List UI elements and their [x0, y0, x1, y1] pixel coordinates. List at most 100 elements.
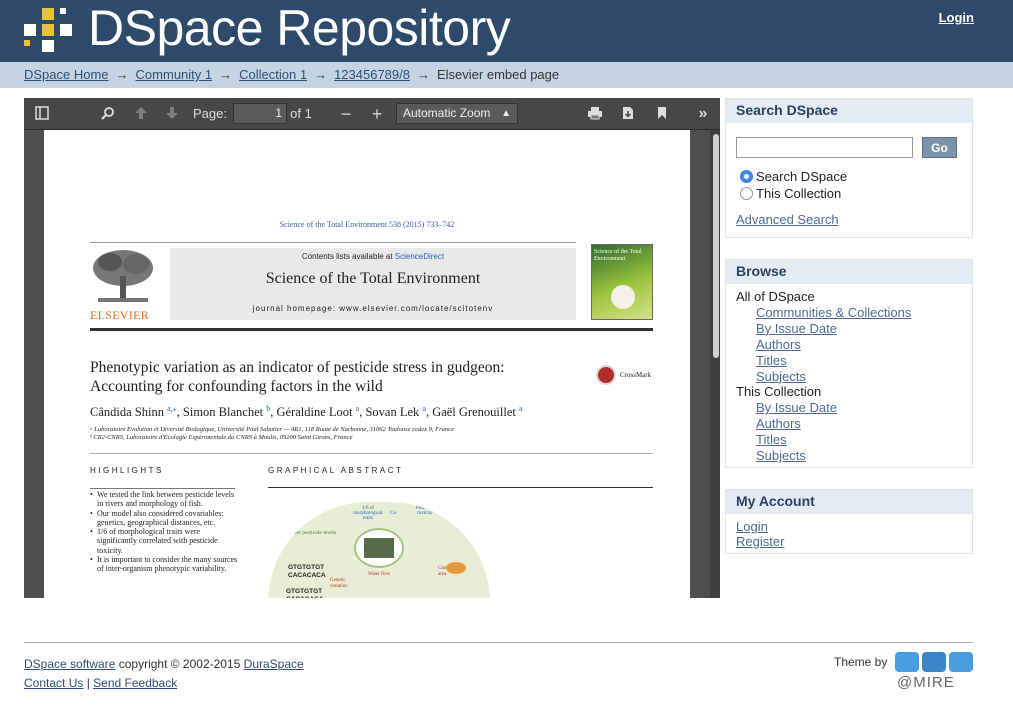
browse-panel: Browse All of DSpace Communities & Colle…	[725, 259, 973, 468]
author-affiliation-mark[interactable]: a	[356, 404, 360, 413]
send-feedback-link[interactable]: Send Feedback	[93, 676, 177, 690]
author-name: Simon Blanchet	[182, 405, 264, 420]
breadcrumb-separator: →	[115, 67, 129, 82]
pdf-page: Science of the Total Environment 538 (20…	[44, 130, 690, 598]
account-panel: My Account Login Register	[725, 489, 973, 554]
contents-available: Contents lists available at ScienceDirec…	[170, 252, 576, 261]
browse-all-label: All of DSpace	[736, 289, 815, 304]
browse-list: All of DSpace Communities & Collections …	[736, 289, 911, 464]
zoom-select[interactable]: Automatic Zoom ▲︎	[396, 103, 518, 124]
highlights-list: We tested the link between pesticide lev…	[90, 490, 240, 574]
ga-label-dna: GTGTGTGT CACACACA	[286, 588, 324, 598]
collection-authors-link[interactable]: Authors	[736, 416, 911, 432]
search-input[interactable]	[736, 137, 913, 158]
advanced-search-link[interactable]: Advanced Search	[736, 212, 839, 227]
atmire-logo-icon[interactable]: @MIRE	[895, 652, 973, 692]
dspace-logo-icon[interactable]	[24, 8, 72, 52]
page-down-icon[interactable]	[161, 98, 183, 130]
breadcrumb-separator: →	[314, 67, 328, 82]
ga-label-genetic: Genetic variation	[330, 578, 348, 589]
page-number-input[interactable]: 1	[233, 103, 287, 124]
page-label: Page:	[193, 106, 227, 121]
browse-issue-date-link[interactable]: By Issue Date	[736, 321, 911, 337]
page-up-icon[interactable]	[130, 98, 152, 130]
zoom-in-icon[interactable]: +	[366, 98, 388, 130]
author-name: Cândida Shinn	[90, 405, 164, 420]
contact-us-link[interactable]: Contact Us	[24, 676, 83, 690]
graphical-abstract-heading: GRAPHICAL ABSTRACT	[268, 466, 404, 475]
journal-homepage[interactable]: journal homepage: www.elsevier.com/locat…	[170, 304, 576, 313]
print-icon[interactable]	[584, 98, 606, 130]
doc-citation[interactable]: Science of the Total Environment 538 (20…	[44, 220, 690, 229]
scope-option-all[interactable]: Search DSpace	[740, 169, 847, 185]
elsevier-wordmark: ELSEVIER	[90, 308, 150, 322]
browse-subjects-link[interactable]: Subjects	[736, 369, 911, 385]
sciencedirect-link[interactable]: ScienceDirect	[395, 252, 444, 261]
footer-separator: |	[83, 676, 94, 690]
collection-titles-link[interactable]: Titles	[736, 432, 911, 448]
radio-unselected-icon[interactable]	[740, 187, 753, 200]
scope-option-label: This Collection	[756, 186, 842, 201]
browse-communities-link[interactable]: Communities & Collections	[736, 305, 911, 321]
account-login-link[interactable]: Login	[736, 519, 784, 534]
highlight-item: It is important to consider the many sou…	[90, 555, 240, 574]
scope-option-collection[interactable]: This Collection	[740, 186, 841, 202]
pdf-scrollbar-thumb[interactable]	[713, 134, 719, 358]
ga-river-photo	[364, 538, 394, 558]
breadcrumb-home[interactable]: DSpace Home	[24, 67, 109, 82]
site-title[interactable]: DSpace Repository	[88, 0, 511, 56]
browse-panel-heading: Browse	[726, 260, 972, 284]
graphical-abstract-figure: Water pesticide levels 1/6 of morphologi…	[268, 502, 490, 598]
doc-thick-divider	[90, 328, 653, 331]
search-go-button[interactable]: Go	[922, 137, 957, 158]
breadcrumb-current: Elsevier embed page	[436, 67, 560, 82]
account-register-link[interactable]: Register	[736, 534, 784, 549]
breadcrumb: DSpace Home → Community 1 → Collection 1 → 123…	[0, 62, 1013, 88]
author-list: Cândida Shinn a,⁎, Simon Blanchet b, Gér…	[90, 404, 523, 420]
footer-copyright: copyright © 2002-2015	[115, 657, 244, 671]
graphical-abstract-divider	[268, 487, 653, 488]
doc-divider	[90, 242, 576, 243]
author-affiliation-mark[interactable]: a	[519, 404, 523, 413]
fish-icon	[446, 562, 466, 574]
bookmark-icon[interactable]	[651, 98, 673, 130]
radio-selected-icon[interactable]	[740, 170, 753, 183]
breadcrumb-collection[interactable]: Collection 1	[239, 67, 307, 82]
duraspace-link[interactable]: DuraSpace	[244, 657, 304, 671]
contents-prefix: Contents lists available at	[301, 252, 395, 261]
dspace-software-link[interactable]: DSpace software	[24, 657, 115, 671]
search-icon[interactable]	[97, 98, 119, 130]
ga-label-water-pesticide: Water pesticide levels	[287, 530, 337, 536]
doc-divider	[90, 453, 653, 454]
breadcrumb-community[interactable]: Community 1	[136, 67, 213, 82]
ga-label-water-flow: Water flow	[368, 572, 391, 577]
author-affiliation-mark[interactable]: a,⁎	[167, 404, 177, 413]
breadcrumb-item[interactable]: 123456789/8	[334, 67, 410, 82]
account-list: Login Register	[736, 519, 784, 549]
zoom-out-icon[interactable]: −	[335, 98, 357, 130]
collection-issue-date-link[interactable]: By Issue Date	[736, 400, 911, 416]
footer-links: DSpace software copyright © 2002-2015 Du…	[24, 655, 304, 693]
download-icon[interactable]	[617, 98, 639, 130]
sidebar-toggle-icon[interactable]	[31, 98, 53, 130]
header-login-link[interactable]: Login	[939, 10, 974, 25]
site-header: DSpace Repository Login	[0, 0, 1013, 62]
author-name: Sovan Lek	[365, 405, 420, 420]
breadcrumb-separator: →	[416, 67, 430, 82]
page-count: of 1	[290, 106, 312, 121]
browse-titles-link[interactable]: Titles	[736, 353, 911, 369]
collection-subjects-link[interactable]: Subjects	[736, 448, 911, 464]
author-affiliation-mark[interactable]: b	[266, 404, 270, 413]
author-name: Gaël Grenouillet	[432, 405, 516, 420]
pdf-page-area[interactable]: Science of the Total Environment 538 (20…	[24, 130, 720, 598]
browse-collection-label: This Collection	[736, 384, 822, 400]
tools-icon[interactable]: »	[692, 98, 714, 130]
article-title-line-1: Phenotypic variation as an indicator of …	[90, 359, 505, 376]
browse-authors-link[interactable]: Authors	[736, 337, 911, 353]
scope-option-label: Search DSpace	[756, 169, 848, 184]
highlight-item: 1/6 of morphological traits were signifi…	[90, 527, 240, 555]
author-affiliation-mark[interactable]: a	[422, 404, 426, 413]
crossmark-badge[interactable]: CrossMark	[596, 365, 654, 387]
affiliation-a: ᵃ Laboratoire Evolution et Diversité Bio…	[90, 426, 454, 433]
article-title: Phenotypic variation as an indicator of …	[90, 358, 570, 396]
